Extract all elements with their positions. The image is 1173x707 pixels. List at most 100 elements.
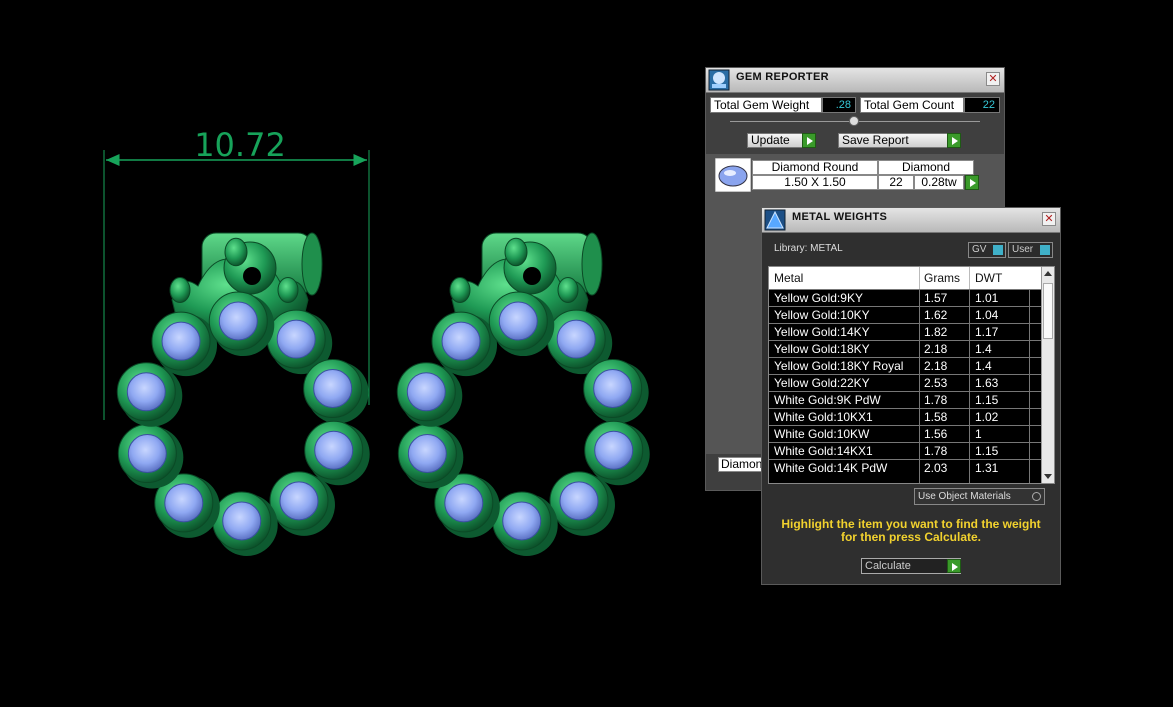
gem-footer-tab[interactable]: Diamond xyxy=(718,457,766,472)
scroll-down-icon[interactable] xyxy=(1044,474,1052,479)
metal-weights-title: METAL WEIGHTS xyxy=(792,211,888,223)
metal-name-cell: White Gold:10KW xyxy=(774,427,870,441)
metal-name-cell: Yellow Gold:18KY Royal xyxy=(774,359,904,373)
metal-weights-panel: METAL WEIGHTS ✕ Library: METAL GV User M… xyxy=(761,207,1061,585)
loop-hole xyxy=(523,267,541,285)
select-toggle-icon xyxy=(1032,492,1041,501)
gv-toggle[interactable]: GV xyxy=(968,242,1006,258)
hint-line-1: Highlight the item you want to find the … xyxy=(781,517,1041,531)
column-header-dwt[interactable]: DWT xyxy=(975,271,1002,285)
table-row[interactable]: Yellow Gold:18KY Royal 2.18 1.4 xyxy=(769,357,1041,374)
loop-hole xyxy=(243,267,261,285)
post-end xyxy=(581,232,603,296)
table-row[interactable]: White Gold:10KX1 1.58 1.02 xyxy=(769,408,1041,425)
accent-bead xyxy=(449,277,471,303)
table-row[interactable]: White Gold:14K PdW 2.03 1.31 xyxy=(769,459,1041,476)
metal-name-cell: White Gold:14KX1 xyxy=(774,444,873,458)
use-object-materials-select[interactable]: Use Object Materials xyxy=(914,488,1045,505)
use-object-materials-label: Use Object Materials xyxy=(918,491,1011,502)
save-report-button[interactable]: Save Report xyxy=(838,133,948,148)
table-row[interactable]: White Gold:10KW 1.56 1 xyxy=(769,425,1041,442)
dwt-cell: 1.63 xyxy=(975,376,999,390)
column-header-metal[interactable]: Metal xyxy=(774,271,803,285)
metal-weights-icon xyxy=(764,209,786,231)
gem-stone xyxy=(276,319,316,359)
gem-reporter-icon xyxy=(708,69,730,91)
table-row[interactable]: White Gold:14KX1 1.78 1.15 xyxy=(769,442,1041,459)
table-header: Metal Grams DWT xyxy=(769,267,1041,289)
table-row[interactable]: Yellow Gold:14KY 1.82 1.17 xyxy=(769,323,1041,340)
dwt-cell: 1.4 xyxy=(975,359,992,373)
gem-stone xyxy=(222,501,262,541)
table-scrollbar[interactable] xyxy=(1041,267,1054,483)
table-row[interactable]: Yellow Gold:10KY 1.62 1.04 xyxy=(769,306,1041,323)
total-gem-weight-value: .28 xyxy=(822,97,856,113)
gem-stone xyxy=(314,430,354,470)
gem-item[interactable]: Diamond Round Diamond 1.50 X 1.50 22 0.2… xyxy=(715,158,979,192)
metal-weights-close-button[interactable]: ✕ xyxy=(1042,212,1056,226)
gem-stone xyxy=(498,301,538,341)
metal-weights-titlebar[interactable]: METAL WEIGHTS ✕ xyxy=(762,208,1060,233)
gv-label: GV xyxy=(972,244,987,255)
table-row[interactable]: Yellow Gold:18KY 2.18 1.4 xyxy=(769,340,1041,357)
metal-name-cell: Yellow Gold:18KY xyxy=(774,342,870,356)
gem-reporter-titlebar[interactable]: GEM REPORTER ✕ xyxy=(706,68,1004,93)
gem-size: 1.50 X 1.50 xyxy=(752,175,878,190)
metal-name-cell: White Gold:14K PdW xyxy=(774,461,888,475)
total-gem-count-value: 22 xyxy=(964,97,1000,113)
dwt-cell: 1.15 xyxy=(975,444,999,458)
gem-stone xyxy=(407,434,447,474)
update-button[interactable]: Update xyxy=(747,133,803,148)
metal-name-cell: Yellow Gold:22KY xyxy=(774,376,870,390)
table-row[interactable]: Yellow Gold:22KY 2.53 1.63 xyxy=(769,374,1041,391)
gem-go-icon[interactable] xyxy=(965,175,979,190)
gv-toggle-icon xyxy=(993,245,1003,255)
grams-cell: 1.57 xyxy=(924,291,948,305)
metal-name-cell: White Gold:9K PdW xyxy=(774,393,881,407)
grams-cell: 1.78 xyxy=(924,444,948,458)
accent-bead xyxy=(169,277,191,303)
grams-cell: 2.18 xyxy=(924,359,948,373)
calculate-button[interactable]: Calculate xyxy=(861,558,961,574)
gem-count: 22 xyxy=(878,175,914,190)
grams-cell: 1.58 xyxy=(924,410,948,424)
gem-stone xyxy=(218,301,258,341)
scroll-up-icon[interactable] xyxy=(1044,271,1052,276)
gem-weight: 0.28tw xyxy=(914,175,964,190)
total-gem-count-label: Total Gem Count xyxy=(860,97,964,113)
gem-stone xyxy=(556,319,596,359)
dwt-cell: 1 xyxy=(975,427,982,441)
gem-stone xyxy=(126,372,166,412)
column-header-grams[interactable]: Grams xyxy=(924,271,960,285)
earring-left[interactable] xyxy=(116,232,370,556)
save-report-go-icon[interactable] xyxy=(947,133,961,148)
metal-name-cell: Yellow Gold:9KY xyxy=(774,291,863,305)
earring-right[interactable] xyxy=(396,232,650,556)
gem-stone xyxy=(502,501,542,541)
grams-cell: 1.78 xyxy=(924,393,948,407)
gem-stone xyxy=(406,372,446,412)
gem-stone xyxy=(313,368,353,408)
gem-shape: Diamond Round xyxy=(752,160,878,175)
gem-stone xyxy=(559,481,599,521)
calculate-go-icon[interactable] xyxy=(947,559,961,573)
dwt-cell: 1.4 xyxy=(975,342,992,356)
metal-weights-table[interactable]: Metal Grams DWT Yellow Gold:9KY 1.57 1.01 Y… xyxy=(768,266,1055,484)
dwt-cell: 1.17 xyxy=(975,325,999,339)
metal-name-cell: Yellow Gold:14KY xyxy=(774,325,870,339)
table-row[interactable]: White Gold:9K PdW 1.78 1.15 xyxy=(769,391,1041,408)
gem-stone xyxy=(164,483,204,523)
gem-stone xyxy=(593,368,633,408)
scroll-thumb[interactable] xyxy=(1043,283,1053,339)
accent-bead xyxy=(277,277,299,303)
gem-stone xyxy=(161,321,201,361)
user-toggle-icon xyxy=(1040,245,1050,255)
grams-cell: 1.82 xyxy=(924,325,948,339)
gem-stone xyxy=(444,483,484,523)
splitter-knob-icon[interactable] xyxy=(849,116,859,126)
gem-reporter-close-button[interactable]: ✕ xyxy=(986,72,1000,86)
table-row[interactable]: Yellow Gold:9KY 1.57 1.01 xyxy=(769,289,1041,306)
dwt-cell: 1.15 xyxy=(975,393,999,407)
user-toggle[interactable]: User xyxy=(1008,242,1053,258)
update-go-icon[interactable] xyxy=(802,133,816,148)
